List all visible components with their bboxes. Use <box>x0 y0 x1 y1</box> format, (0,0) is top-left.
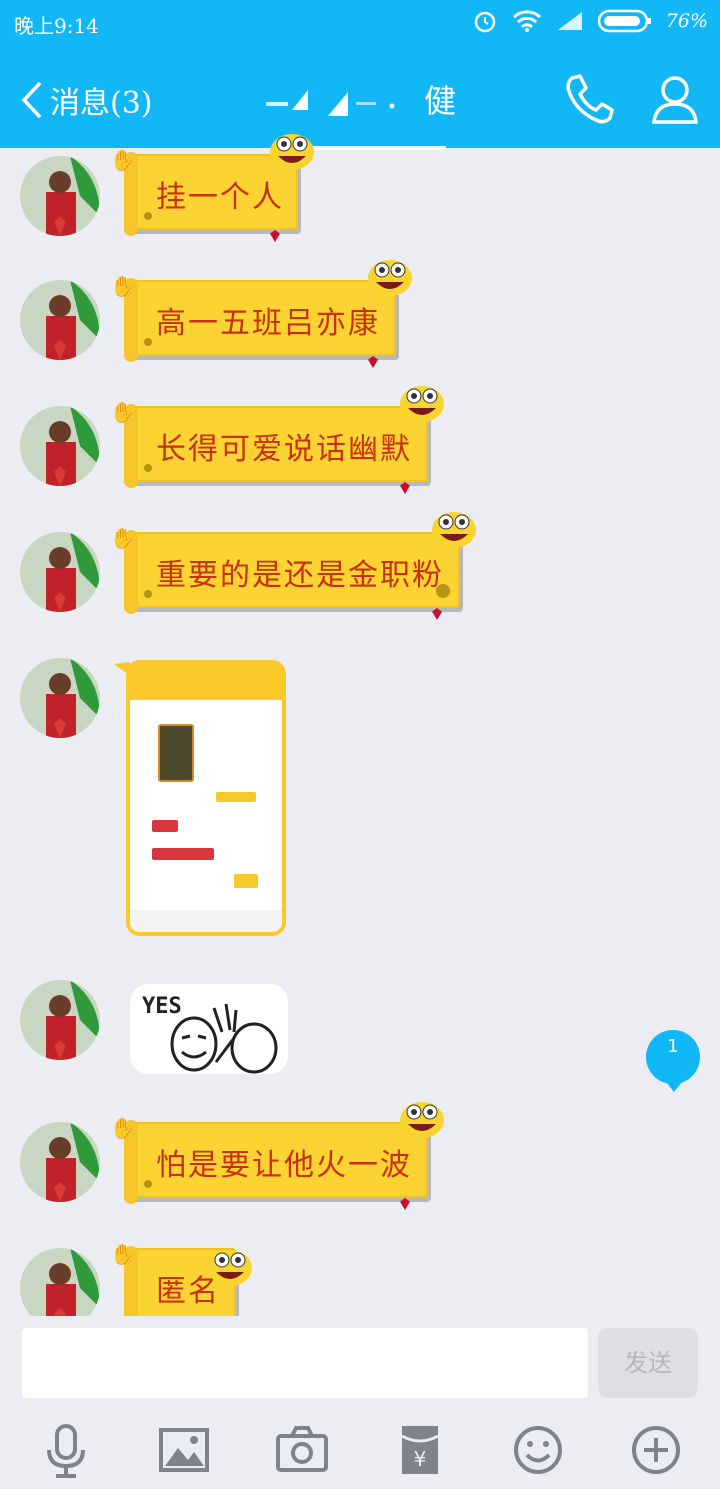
status-icons: 76% <box>472 8 708 34</box>
avatar[interactable] <box>20 156 100 236</box>
message-row: ✋ 长得可爱说话幽默 <box>0 386 720 502</box>
sponge-face-icon <box>208 1250 252 1286</box>
chat-bubble[interactable]: ✋ 挂一个人 <box>110 134 314 242</box>
alarm-icon <box>474 11 496 33</box>
status-time: 晚上9:14 <box>14 14 99 38</box>
chat-bubble[interactable]: ✋ 怕是要让他火一波 <box>110 1102 444 1210</box>
emoji-icon[interactable] <box>510 1422 566 1478</box>
phone-call-icon[interactable] <box>560 72 616 126</box>
thumbnail-photo <box>158 724 194 782</box>
profile-icon[interactable] <box>648 72 702 126</box>
chat-bubble[interactable]: ✋ 匿名 <box>110 1244 252 1316</box>
message-text: 挂一个人 <box>156 180 284 215</box>
avatar[interactable] <box>20 1248 100 1316</box>
red-packet-icon[interactable]: ¥ <box>392 1422 448 1478</box>
svg-text:¥: ¥ <box>414 1447 427 1471</box>
avatar[interactable] <box>20 532 100 612</box>
unread-count-badge[interactable]: 1 <box>646 1030 700 1092</box>
message-row: ✋ 重要的是还是金职粉 <box>0 512 720 628</box>
message-row: ✋ 怕是要让他火一波 <box>0 1102 720 1218</box>
signal-icon <box>557 12 582 30</box>
sponge-face-icon <box>400 386 444 422</box>
chat-bubble[interactable]: ✋ 重要的是还是金职粉 <box>110 512 476 620</box>
input-toolbar: ¥ <box>0 1416 720 1482</box>
yes-sticker[interactable]: YES <box>130 984 288 1074</box>
sponge-face-icon <box>432 512 476 548</box>
sponge-face-icon <box>270 134 314 170</box>
message-row: ✋ 高一五班吕亦康 <box>0 260 720 376</box>
message-row: ✋ 挂一个人 <box>0 134 720 250</box>
chat-bubble[interactable]: ✋ 高一五班吕亦康 <box>110 260 412 368</box>
microphone-icon[interactable] <box>38 1422 94 1478</box>
sponge-face-icon <box>368 260 412 296</box>
plus-icon[interactable] <box>628 1422 684 1478</box>
message-input[interactable] <box>22 1328 588 1398</box>
input-area: 发送 ¥ <box>0 1316 720 1489</box>
message-row: ✋ 匿名 <box>0 1244 720 1316</box>
battery-icon <box>597 9 651 33</box>
sponge-face-icon <box>400 1102 444 1138</box>
avatar[interactable] <box>20 280 100 360</box>
redacted-name-mark <box>265 89 395 116</box>
wifi-icon <box>512 10 541 32</box>
chat-title-text: 健 <box>424 82 457 120</box>
image-icon[interactable] <box>156 1422 212 1478</box>
chat-bubble[interactable]: ✋ 长得可爱说话幽默 <box>110 386 444 494</box>
chat-header: 消息(3) 健 <box>0 48 720 148</box>
camera-icon[interactable] <box>274 1422 330 1478</box>
screenshot-image[interactable] <box>126 660 286 936</box>
avatar[interactable] <box>20 406 100 486</box>
avatar[interactable] <box>20 658 100 738</box>
send-button[interactable]: 发送 <box>598 1328 698 1398</box>
message-text: 重要的是还是金职粉 <box>156 558 444 593</box>
message-text: 怕是要让他火一波 <box>156 1148 412 1183</box>
avatar[interactable] <box>20 980 100 1060</box>
message-text: 长得可爱说话幽默 <box>156 432 412 467</box>
unread-count: 1 <box>667 1036 679 1057</box>
status-bar: 晚上9:14 76% <box>0 0 720 48</box>
avatar[interactable] <box>20 1122 100 1202</box>
meme-face-drawing <box>170 1003 278 1074</box>
message-text: 高一五班吕亦康 <box>156 306 380 341</box>
battery-percent: 76% <box>665 10 708 32</box>
